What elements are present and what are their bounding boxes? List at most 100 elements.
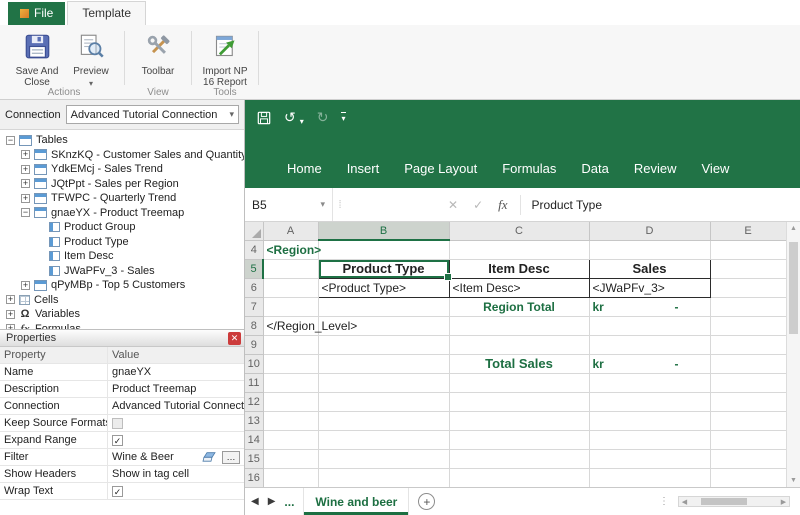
cell[interactable] (263, 449, 319, 469)
cell-D10[interactable]: kr - (589, 354, 711, 374)
row-header[interactable]: 14 (245, 430, 264, 450)
cell[interactable] (710, 316, 787, 336)
cell[interactable] (710, 259, 787, 279)
cell[interactable] (589, 449, 711, 469)
cell[interactable] (710, 373, 787, 393)
cell[interactable] (710, 411, 787, 431)
collapse-icon[interactable]: − (6, 135, 15, 145)
tab-template[interactable]: Template (67, 1, 147, 25)
cancel-icon[interactable]: ✕ (448, 198, 458, 212)
filter-browse-button[interactable]: … (222, 450, 240, 464)
checkbox-unchecked[interactable] (112, 417, 123, 429)
cell[interactable] (710, 297, 787, 317)
cell[interactable] (263, 259, 319, 279)
tree-item-table[interactable]: + SKnzKQ - Customer Sales and Quantity (2, 148, 244, 163)
row-header[interactable]: 10 (245, 354, 264, 374)
undo-icon[interactable]: ↺ (284, 109, 296, 126)
prev-sheet-icon[interactable]: ◀ (251, 496, 259, 507)
cell[interactable] (710, 354, 787, 374)
cell[interactable] (449, 411, 590, 431)
splitter-dots-icon[interactable]: ⋮ (659, 496, 669, 507)
new-sheet-icon[interactable]: + (418, 493, 436, 510)
cell[interactable] (318, 335, 450, 355)
cell[interactable] (449, 316, 590, 336)
close-icon[interactable]: ✕ (228, 331, 241, 345)
cell[interactable] (263, 278, 319, 298)
tree-item-formulas[interactable]: + fx Formulas (2, 322, 244, 329)
cell-C10[interactable]: Total Sales (449, 354, 590, 374)
cell-D6[interactable]: <JWaPFv_3> (588, 277, 711, 298)
cell[interactable] (589, 240, 711, 260)
cell-A4[interactable]: <Region> (263, 240, 321, 260)
tree-item-field[interactable]: Product Group (2, 220, 244, 235)
row-header[interactable]: 7 (245, 297, 264, 317)
expand-icon[interactable]: + (21, 164, 30, 174)
cell[interactable] (589, 335, 711, 355)
hidden-tabs-ellipsis[interactable]: ... (284, 495, 294, 509)
menu-home[interactable]: Home (287, 161, 322, 176)
tree-item-table[interactable]: + YdkEMcj - Sales Trend (2, 162, 244, 177)
tree-item-table[interactable]: + qPyMBp - Top 5 Customers (2, 278, 244, 293)
cell[interactable] (318, 411, 450, 431)
menu-data[interactable]: Data (581, 161, 608, 176)
horizontal-scroll-thumb[interactable] (701, 498, 747, 505)
menu-view[interactable]: View (702, 161, 730, 176)
property-row-description[interactable]: Description Product Treemap (0, 381, 244, 398)
cell[interactable] (263, 354, 319, 374)
expand-icon[interactable]: + (21, 280, 30, 290)
cell[interactable] (589, 411, 711, 431)
insert-function-icon[interactable]: fx (498, 197, 507, 213)
cell[interactable] (710, 468, 787, 487)
cell[interactable] (449, 449, 590, 469)
cell[interactable] (449, 240, 590, 260)
cell[interactable] (263, 373, 319, 393)
cell[interactable] (710, 392, 787, 412)
toolbar-button[interactable]: Toolbar (131, 30, 185, 77)
cell-B5-selected[interactable]: Product Type (317, 258, 452, 281)
property-row-wrap-text[interactable]: Wrap Text ✓ (0, 483, 244, 500)
column-header-C[interactable]: C (449, 222, 590, 241)
enter-icon[interactable]: ✓ (473, 198, 483, 212)
cell[interactable] (449, 335, 590, 355)
import-np16-report-button[interactable]: Import NP 16 Report (198, 30, 252, 89)
scroll-down-icon[interactable]: ▼ (787, 477, 800, 484)
vertical-scroll-thumb[interactable] (789, 242, 798, 334)
save-and-close-button[interactable]: Save And Close (10, 30, 64, 89)
cell[interactable] (318, 468, 450, 487)
qat-save-icon[interactable] (257, 111, 271, 125)
cell[interactable] (263, 430, 319, 450)
property-row-keep-source-formats[interactable]: Keep Source Formats (0, 415, 244, 432)
cell[interactable] (710, 240, 787, 260)
tree-item-tables[interactable]: − Tables (2, 133, 244, 148)
horizontal-scrollbar[interactable]: ◀ ▶ (678, 496, 790, 507)
cell[interactable] (318, 240, 450, 260)
cell[interactable] (589, 468, 711, 487)
menu-page-layout[interactable]: Page Layout (404, 161, 477, 176)
tree-item-table[interactable]: + TFWPC - Quarterly Trend (2, 191, 244, 206)
customize-qat-icon[interactable]: ▾ (341, 112, 346, 123)
cell[interactable] (263, 335, 319, 355)
cell[interactable] (589, 392, 711, 412)
column-header-E[interactable]: E (710, 222, 787, 241)
select-all-corner[interactable] (245, 222, 264, 241)
expand-icon[interactable]: + (21, 150, 30, 160)
tree-item-table-selected[interactable]: − gnaeYX - Product Treemap (2, 206, 244, 221)
cell[interactable] (263, 297, 319, 317)
cell-C6[interactable]: <Item Desc> (448, 277, 590, 298)
cell[interactable] (263, 392, 319, 412)
row-header[interactable]: 6 (245, 278, 264, 298)
property-row-connection[interactable]: Connection Advanced Tutorial Connecti (0, 398, 244, 415)
tree-item-field[interactable]: Product Type (2, 235, 244, 250)
column-header-A[interactable]: A (263, 222, 319, 241)
cell[interactable] (449, 430, 590, 450)
row-header[interactable]: 9 (245, 335, 264, 355)
property-row-filter[interactable]: Filter Wine & Beer … (0, 449, 244, 466)
vertical-scrollbar[interactable]: ▲ ▼ (786, 222, 800, 487)
tree-item-field[interactable]: Item Desc (2, 249, 244, 264)
cell-C7[interactable]: Region Total (449, 297, 590, 317)
cell[interactable] (449, 373, 590, 393)
column-header-D[interactable]: D (589, 222, 711, 241)
sheet-tab-wine-and-beer[interactable]: Wine and beer (303, 488, 410, 515)
expand-icon[interactable]: + (21, 193, 30, 203)
checkbox-checked[interactable]: ✓ (112, 434, 123, 446)
